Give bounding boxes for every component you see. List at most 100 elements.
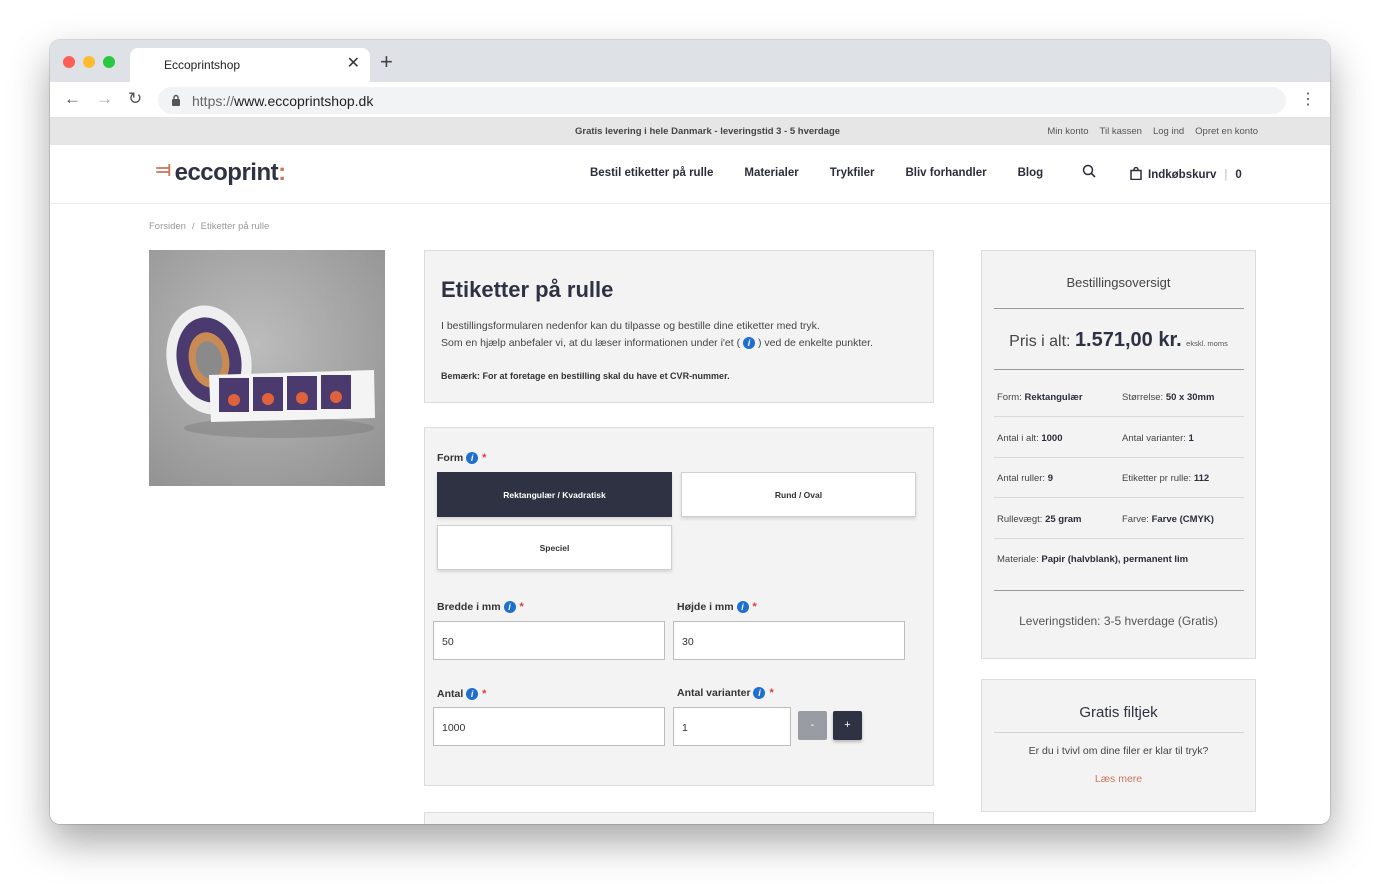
nav-materials[interactable]: Materialer [744,167,798,179]
summary-value: 112 [1193,473,1210,484]
browser-menu-icon[interactable]: ⋮ [1300,89,1316,109]
summary-key: Etiketter pr rulle: [1122,473,1192,484]
summary-row: Rullevægt: 25 gram Farve: Farve (CMYK) [994,499,1244,539]
nav-become-reseller[interactable]: Bliv forhandler [905,167,986,179]
quantity-label: Antal i * [437,688,486,701]
page-title: Etiketter på rulle [441,277,614,302]
required-mark: * [752,601,757,613]
summary-cell: Farve: Farve (CMYK) [1122,514,1214,525]
height-input[interactable]: 30 [673,621,905,660]
nav-order-labels[interactable]: Bestil etiketter på rulle [590,167,713,179]
width-label: Bredde i mm i * [437,601,524,614]
width-label-text: Bredde i mm [437,601,501,613]
browser-window: Eccoprintshop ✕ + ← → ↻ https://www.ecco… [50,40,1330,824]
nav-blog[interactable]: Blog [1018,167,1044,179]
summary-divider [994,369,1244,370]
breadcrumb-separator: / [191,221,195,232]
quantity-label-text: Antal [437,688,464,700]
width-info-icon[interactable]: i [503,601,516,614]
summary-row: Antal i alt: 1000 Antal varianter: 1 [994,418,1244,458]
close-window-button[interactable] [63,56,75,68]
summary-key: Materiale: [997,554,1039,565]
create-account-link[interactable]: Opret en konto [1195,126,1258,137]
variants-increment-button[interactable]: + [833,711,862,740]
file-check-divider [994,732,1244,733]
shape-option-special[interactable]: Speciel [437,525,672,570]
shape-label: Form i * [437,452,487,465]
breadcrumb-current: Etiketter på rulle [200,221,270,232]
summary-divider [994,590,1244,591]
summary-value: Rektangulær [1024,392,1083,403]
nav-print-files[interactable]: Trykfiler [830,167,875,179]
quantity-input[interactable]: 1000 [433,707,665,746]
summary-key: Størrelse: [1122,392,1164,403]
lock-icon [172,94,180,106]
delivery-time: Leveringstiden: 3-5 hverdage (Gratis) [1019,614,1218,628]
variants-input[interactable]: 1 [673,707,791,746]
forward-icon[interactable]: → [96,89,113,109]
new-tab-button[interactable]: + [380,49,393,75]
url-scheme: https:// [192,93,235,109]
price-value: 1.571,00 kr. [1074,329,1182,351]
variants-label: Antal varianter i * [677,687,774,700]
login-link[interactable]: Log ind [1153,126,1184,137]
shape-info-icon[interactable]: i [466,452,479,465]
breadcrumb-home[interactable]: Forsiden [149,221,186,232]
height-label: Højde i mm i * [677,601,757,614]
summary-value: Farve (CMYK) [1151,514,1214,525]
summary-cell: Rullevægt: 25 gram [997,514,1082,525]
shape-option-round[interactable]: Rund / Oval [681,472,916,517]
file-check-panel: Gratis filtjek Er du i tvivl om dine fil… [981,679,1256,812]
account-links: Min konto Til kassen Log ind Opret en ko… [1047,126,1258,137]
site-logo[interactable]: ⫤ eccoprint: [156,159,286,187]
shape-option-rectangular[interactable]: Rektangulær / Kvadratisk [437,472,672,517]
cart-label: Indkøbskurv [1148,169,1217,181]
total-price: Pris i alt: 1.571,00 kr. ekskl. moms [982,329,1255,352]
my-account-link[interactable]: Min konto [1047,126,1088,137]
variants-info-icon[interactable]: i [753,687,766,700]
summary-cell: Form: Rektangulær [997,392,1083,403]
reload-icon[interactable]: ↻ [128,89,142,109]
minimize-window-button[interactable] [83,56,95,68]
intro-text-line2: Som en hjælp anbefaler vi, at du læser i… [441,337,873,350]
summary-value: 1 [1188,433,1194,444]
summary-row: Antal ruller: 9 Etiketter pr rulle: 112 [994,458,1244,498]
url-text: https://www.eccoprintshop.dk [192,93,373,109]
shape-label-text: Form [437,452,464,464]
required-mark: * [519,601,524,613]
summary-cell: Antal varianter: 1 [1122,433,1194,444]
cart-link[interactable]: Indkøbskurv | 0 [1130,166,1242,181]
required-mark: * [482,452,487,464]
checkout-link[interactable]: Til kassen [1100,126,1142,137]
summary-key: Antal ruller: [997,473,1046,484]
browser-tab[interactable]: Eccoprintshop ✕ [130,48,370,82]
summary-cell: Antal i alt: 1000 [997,433,1063,444]
summary-divider [994,308,1244,309]
maximize-window-button[interactable] [103,56,115,68]
read-more-link[interactable]: Læs mere [982,773,1255,785]
address-bar[interactable]: https://www.eccoprintshop.dk [158,87,1286,114]
intro-panel: Etiketter på rulle I bestillingsformular… [424,250,934,403]
back-icon[interactable]: ← [64,89,81,109]
main-navigation: Bestil etiketter på rulle Materialer Try… [590,167,1074,179]
order-summary-panel: Bestillingsoversigt Pris i alt: 1.571,00… [981,250,1256,659]
search-icon[interactable] [1082,164,1096,178]
summary-key: Antal varianter: [1122,433,1186,444]
variants-decrement-button[interactable]: - [798,711,827,740]
intro-text-line1: I bestillingsformularen nedenfor kan du … [441,320,820,332]
width-input[interactable]: 50 [433,621,665,660]
file-check-question: Er du i tvivl om dine filer er klar til … [1028,745,1209,757]
close-tab-icon[interactable]: ✕ [347,54,360,74]
quantity-info-icon[interactable]: i [466,688,479,701]
summary-row: Form: Rektangulær Størrelse: 50 x 30mm [994,377,1244,417]
logo-text: eccoprint [174,159,279,186]
browser-toolbar: ← → ↻ https://www.eccoprintshop.dk ⋮ [50,82,1330,118]
height-info-icon[interactable]: i [736,601,749,614]
shopping-bag-icon [1130,166,1142,181]
cart-count: 0 [1235,169,1242,181]
summary-row: Materiale: Papir (halvblank), permanent … [994,539,1244,579]
cart-separator: | [1224,169,1228,181]
shipping-promo: Gratis levering i hele Danmark - leverin… [575,126,841,137]
price-label: Pris i alt: [1009,333,1071,350]
summary-key: Farve: [1122,514,1149,525]
